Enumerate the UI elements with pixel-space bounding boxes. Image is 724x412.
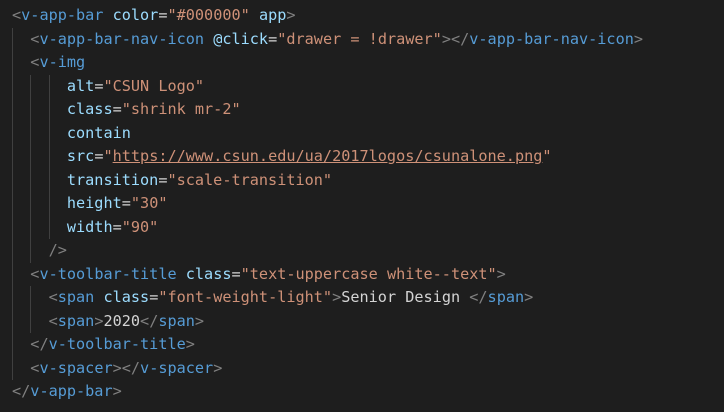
code-line[interactable]: <v-app-bar color="#000000" app>: [0, 4, 724, 28]
code-token-punct: >: [112, 382, 122, 400]
code-token-punct: </: [30, 335, 49, 353]
code-token-str: ": [542, 147, 552, 165]
code-line[interactable]: contain: [0, 121, 724, 145]
code-line[interactable]: />: [0, 239, 724, 263]
code-token-str: "scale-transition": [167, 170, 333, 189]
code-token-attr: class: [66, 100, 113, 118]
code-token-tag: v-app-bar-nav-icon: [39, 29, 205, 48]
code-token-punct: >: [194, 311, 205, 330]
code-line[interactable]: <span class="font-weight-light">Senior D…: [0, 286, 724, 310]
code-token-text: 2020: [103, 311, 141, 330]
code-token-attr: class: [185, 264, 232, 283]
code-token-attr: transition: [66, 170, 159, 189]
code-token-tag: v-app-bar: [30, 382, 113, 400]
code-token-punct: >: [524, 288, 534, 306]
code-token-str: "font-weight-light": [158, 288, 333, 306]
code-line[interactable]: <v-spacer></v-spacer>: [0, 356, 724, 380]
code-line[interactable]: class="shrink mr-2": [0, 98, 724, 122]
code-token-eq: =: [112, 100, 122, 118]
code-token-punct: >: [633, 29, 644, 48]
code-editor[interactable]: <v-app-bar color="#000000" app> <v-app-b…: [0, 0, 724, 412]
code-line[interactable]: transition="scale-transition": [0, 168, 724, 192]
code-token-str: "#000000": [167, 6, 250, 24]
code-token-str: "30": [130, 194, 168, 212]
code-token-punct: <: [48, 311, 58, 330]
code-token-tag: v-toolbar-title: [39, 264, 177, 283]
code-token-text: Senior Design: [341, 288, 470, 306]
code-token-punct: </: [469, 288, 488, 306]
code-token-attr: alt: [66, 76, 95, 95]
code-token-str: "drawer = !drawer": [277, 29, 442, 48]
code-line[interactable]: src="https://www.csun.edu/ua/2017logos/c…: [0, 145, 724, 169]
code-token-punct: ></: [441, 29, 470, 48]
code-token-punct: </: [12, 382, 31, 400]
code-line[interactable]: <v-toolbar-title class="text-uppercase w…: [0, 262, 724, 286]
code-token-punct: >: [332, 288, 342, 306]
code-token-str: ": [103, 147, 113, 165]
code-token-str: "shrink mr-2": [121, 100, 241, 118]
code-token-attr: @click: [213, 29, 269, 48]
code-token-punct: >: [286, 6, 296, 24]
code-token-tag: v-toolbar-title: [48, 335, 186, 353]
code-token-str: "text-uppercase white--text": [240, 264, 497, 283]
code-token-punct: >: [496, 264, 506, 283]
code-token-punct: >: [213, 358, 223, 377]
code-token-eq: =: [231, 264, 241, 283]
code-token-punct: </: [140, 311, 159, 330]
code-token-tag: span: [487, 288, 525, 306]
code-token-tag: v-app-bar-nav-icon: [469, 29, 634, 48]
code-token-attr: width: [66, 217, 113, 236]
code-token-tag: v-img: [39, 53, 86, 71]
code-line[interactable]: <span>2020</span>: [0, 309, 724, 333]
code-token-punct: <: [48, 288, 58, 306]
code-token-str: "90": [121, 217, 159, 236]
code-token-eq: =: [149, 288, 159, 306]
code-line[interactable]: </v-toolbar-title>: [0, 333, 724, 357]
code-token-tag: span: [158, 311, 195, 330]
code-token-eq: =: [112, 217, 122, 236]
code-line[interactable]: alt="CSUN Logo": [0, 74, 724, 98]
code-token-punct: <: [12, 6, 22, 24]
code-token-attr: height: [66, 194, 122, 212]
code-token-punct: >: [185, 335, 195, 353]
code-token-attr: class: [103, 288, 150, 306]
code-token-tag: span: [57, 288, 95, 306]
code-line[interactable]: <v-app-bar-nav-icon @click="drawer = !dr…: [0, 27, 724, 51]
code-line[interactable]: height="30": [0, 192, 724, 216]
code-token-tag: v-app-bar: [21, 6, 104, 24]
code-token-attr: src: [66, 147, 95, 165]
code-line[interactable]: <v-img: [0, 51, 724, 75]
code-token-str: "CSUN Logo": [103, 76, 205, 95]
code-line[interactable]: </v-app-bar>: [0, 380, 724, 404]
code-line[interactable]: width="90": [0, 215, 724, 239]
code-token-punct: ></: [112, 358, 141, 377]
code-token-attr: contain: [66, 123, 131, 142]
code-token-eq: =: [268, 29, 278, 48]
code-token-tag: v-spacer: [39, 358, 113, 377]
code-token-link[interactable]: https://www.csun.edu/ua/2017logos/csunal…: [113, 147, 543, 165]
code-token-attr: color: [112, 6, 159, 24]
code-token-attr: app: [258, 6, 287, 24]
code-token-tag: v-spacer: [140, 358, 214, 377]
code-token-punct: />: [48, 241, 67, 259]
code-token-eq: =: [121, 194, 131, 212]
code-token-tag: span: [57, 311, 95, 330]
